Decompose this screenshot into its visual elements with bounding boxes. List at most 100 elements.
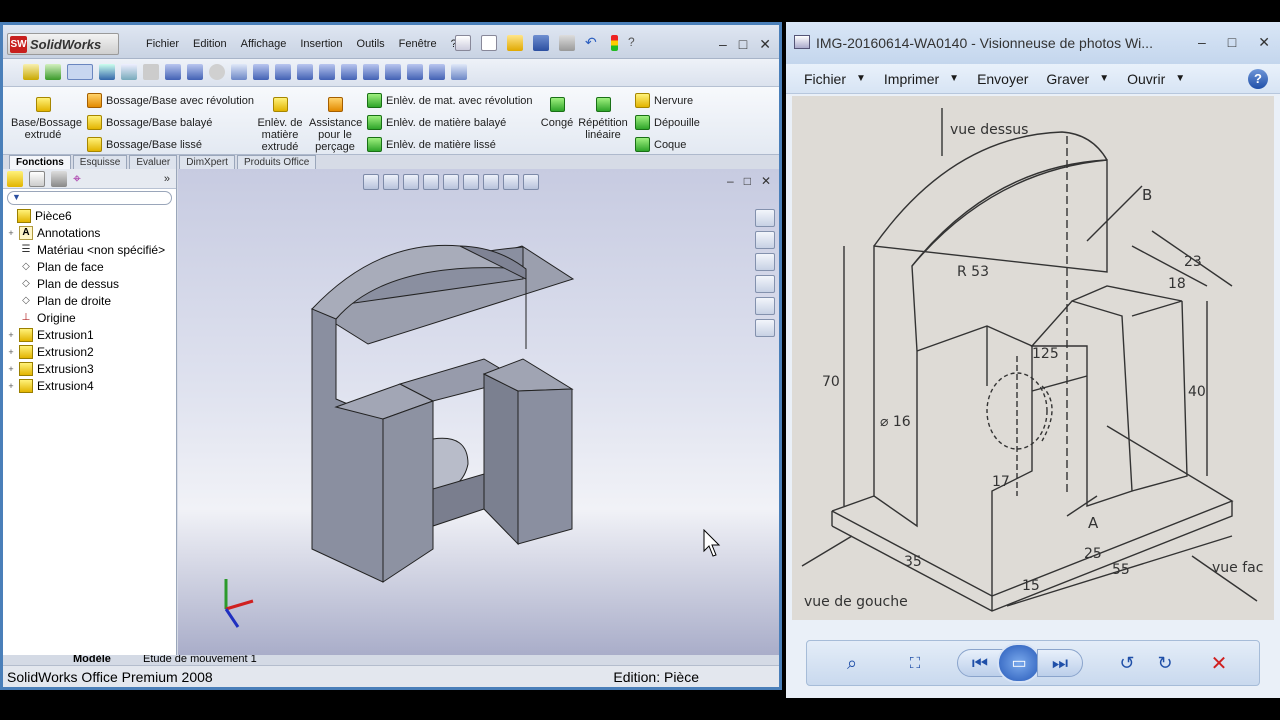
- pv-menu-envoyer[interactable]: Envoyer: [977, 71, 1028, 87]
- slideshow-icon[interactable]: ▭: [997, 643, 1041, 683]
- toolbar-icon-2[interactable]: [45, 64, 61, 80]
- view-left-icon[interactable]: [297, 64, 313, 80]
- view-back-icon[interactable]: [275, 64, 291, 80]
- grid-icon[interactable]: [99, 64, 115, 80]
- normal-to-icon[interactable]: [451, 64, 467, 80]
- menu-insertion[interactable]: Insertion: [293, 38, 349, 50]
- feature-manager-icon[interactable]: [7, 170, 23, 187]
- tree-item-7[interactable]: + Extrusion1: [3, 326, 176, 343]
- pv-menu-ouvrir[interactable]: Ouvrir ▼: [1127, 71, 1185, 87]
- resources-icon[interactable]: [755, 209, 775, 227]
- maximize-button[interactable]: □: [739, 36, 747, 53]
- menu-fichier[interactable]: Fichier: [139, 38, 186, 50]
- tree-item-0[interactable]: Pièce6: [3, 207, 176, 224]
- toolbar-icon-1[interactable]: [23, 64, 39, 80]
- tree-item-3[interactable]: ◇ Plan de face: [3, 258, 176, 275]
- view-right-icon[interactable]: [319, 64, 335, 80]
- rotate-left-icon[interactable]: ↺: [1113, 649, 1141, 677]
- view-palette-icon[interactable]: [755, 297, 775, 315]
- part-model-3d[interactable]: [178, 169, 779, 655]
- tab-esquisse[interactable]: Esquisse: [72, 155, 128, 169]
- minimize-button[interactable]: –: [719, 36, 727, 53]
- tree-expander[interactable]: +: [7, 364, 15, 374]
- expand-panel-icon[interactable]: »: [164, 173, 170, 185]
- cut-sweep-button[interactable]: Enlèv. de matière balayé: [367, 115, 506, 130]
- rib-button[interactable]: Nervure: [635, 93, 693, 108]
- file-explorer-icon[interactable]: [755, 253, 775, 271]
- tree-expander[interactable]: +: [7, 330, 15, 340]
- menu-edition[interactable]: Edition: [186, 38, 234, 50]
- fillet-button[interactable]: Congé: [539, 97, 575, 129]
- appearances-icon[interactable]: [755, 319, 775, 337]
- tab-motion-study[interactable]: Etude de mouvement 1: [143, 655, 257, 665]
- delete-icon[interactable]: ✕: [1205, 649, 1233, 677]
- tree-item-6[interactable]: ⊥ Origine: [3, 309, 176, 326]
- solidworks-logo[interactable]: SW SolidWorks: [7, 33, 119, 55]
- cut-loft-button[interactable]: Enlèv. de matière lissé: [367, 137, 496, 152]
- tab-model[interactable]: Modèle: [73, 655, 111, 665]
- boss-sweep-button[interactable]: Bossage/Base balayé: [87, 115, 212, 130]
- pv-maximize-button[interactable]: □: [1228, 34, 1236, 51]
- pv-menu-fichier[interactable]: Fichier ▼: [804, 71, 866, 87]
- tree-item-2[interactable]: ☰ Matériau <non spécifié>: [3, 241, 176, 258]
- graphics-area[interactable]: – □ ✕: [178, 169, 779, 655]
- print-icon[interactable]: [559, 35, 575, 51]
- new-document-icon[interactable]: [481, 35, 497, 51]
- tab-dimxpert[interactable]: DimXpert: [179, 155, 235, 169]
- rotate-right-icon[interactable]: ↻: [1151, 649, 1179, 677]
- tree-item-1[interactable]: + A Annotations: [3, 224, 176, 241]
- menu-affichage[interactable]: Affichage: [234, 38, 294, 50]
- view-iso-icon[interactable]: [385, 64, 401, 80]
- tree-item-8[interactable]: + Extrusion2: [3, 343, 176, 360]
- configuration-manager-icon[interactable]: [51, 170, 67, 187]
- pv-minimize-button[interactable]: –: [1198, 34, 1206, 51]
- view-bottom-icon[interactable]: [363, 64, 379, 80]
- tree-item-10[interactable]: + Extrusion4: [3, 377, 176, 394]
- tree-item-5[interactable]: ◇ Plan de droite: [3, 292, 176, 309]
- tree-expander[interactable]: +: [7, 228, 15, 238]
- next-icon[interactable]: ⏭: [1037, 649, 1083, 677]
- move-icon[interactable]: [231, 64, 247, 80]
- view-front-icon[interactable]: [253, 64, 269, 80]
- tree-filter-input[interactable]: ▼: [7, 191, 172, 205]
- search-icon[interactable]: [755, 275, 775, 293]
- boss-revolve-button[interactable]: Bossage/Base avec révolution: [87, 93, 254, 108]
- tree-item-4[interactable]: ◇ Plan de dessus: [3, 275, 176, 292]
- fit-icon[interactable]: ⛶: [901, 649, 929, 677]
- tree-expander[interactable]: +: [7, 347, 15, 357]
- pv-menu-graver[interactable]: Graver ▼: [1046, 71, 1109, 87]
- boss-loft-button[interactable]: Bossage/Base lissé: [87, 137, 202, 152]
- zoom-icon[interactable]: ⌕: [835, 649, 869, 677]
- pv-menu-imprimer[interactable]: Imprimer ▼: [884, 71, 959, 87]
- view-top-icon[interactable]: [341, 64, 357, 80]
- tab-fonctions[interactable]: Fonctions: [9, 155, 71, 169]
- cut-revolve-button[interactable]: Enlèv. de mat. avec révolution: [367, 93, 533, 108]
- select-arrow-icon[interactable]: [67, 64, 93, 80]
- close-button[interactable]: ✕: [759, 36, 771, 53]
- linear-pattern-button[interactable]: Répétition linéaire: [577, 97, 629, 141]
- dimxpert-manager-icon[interactable]: ⌖: [73, 171, 89, 187]
- view-cube-icon-1[interactable]: [165, 64, 181, 80]
- traffic-light-icon[interactable]: [611, 35, 618, 51]
- save-icon[interactable]: [533, 35, 549, 51]
- pv-close-button[interactable]: ✕: [1258, 34, 1270, 51]
- help-icon[interactable]: ?: [628, 35, 644, 51]
- view-dimetric-icon[interactable]: [429, 64, 445, 80]
- draft-button[interactable]: Dépouille: [635, 115, 700, 130]
- tree-expander[interactable]: +: [7, 381, 15, 391]
- tab-produits-office[interactable]: Produits Office: [236, 155, 317, 169]
- tab-evaluer[interactable]: Evaluer: [129, 155, 178, 169]
- pv-help-icon[interactable]: ?: [1248, 68, 1268, 89]
- sketch-icon[interactable]: [121, 64, 137, 80]
- pin-icon[interactable]: [455, 35, 471, 51]
- open-folder-icon[interactable]: [507, 35, 523, 51]
- view-cube-icon-2[interactable]: [187, 64, 203, 80]
- undo-icon[interactable]: ↶: [585, 35, 601, 51]
- tree-item-9[interactable]: + Extrusion3: [3, 360, 176, 377]
- design-library-icon[interactable]: [755, 231, 775, 249]
- menu-fenetre[interactable]: Fenêtre: [392, 38, 444, 50]
- shell-button[interactable]: Coque: [635, 137, 686, 152]
- cut-extrude-button[interactable]: Enlèv. de matière extrudé: [255, 97, 305, 153]
- base-extrude-button[interactable]: Base/Bossage extrudé: [11, 97, 82, 141]
- menu-outils[interactable]: Outils: [350, 38, 392, 50]
